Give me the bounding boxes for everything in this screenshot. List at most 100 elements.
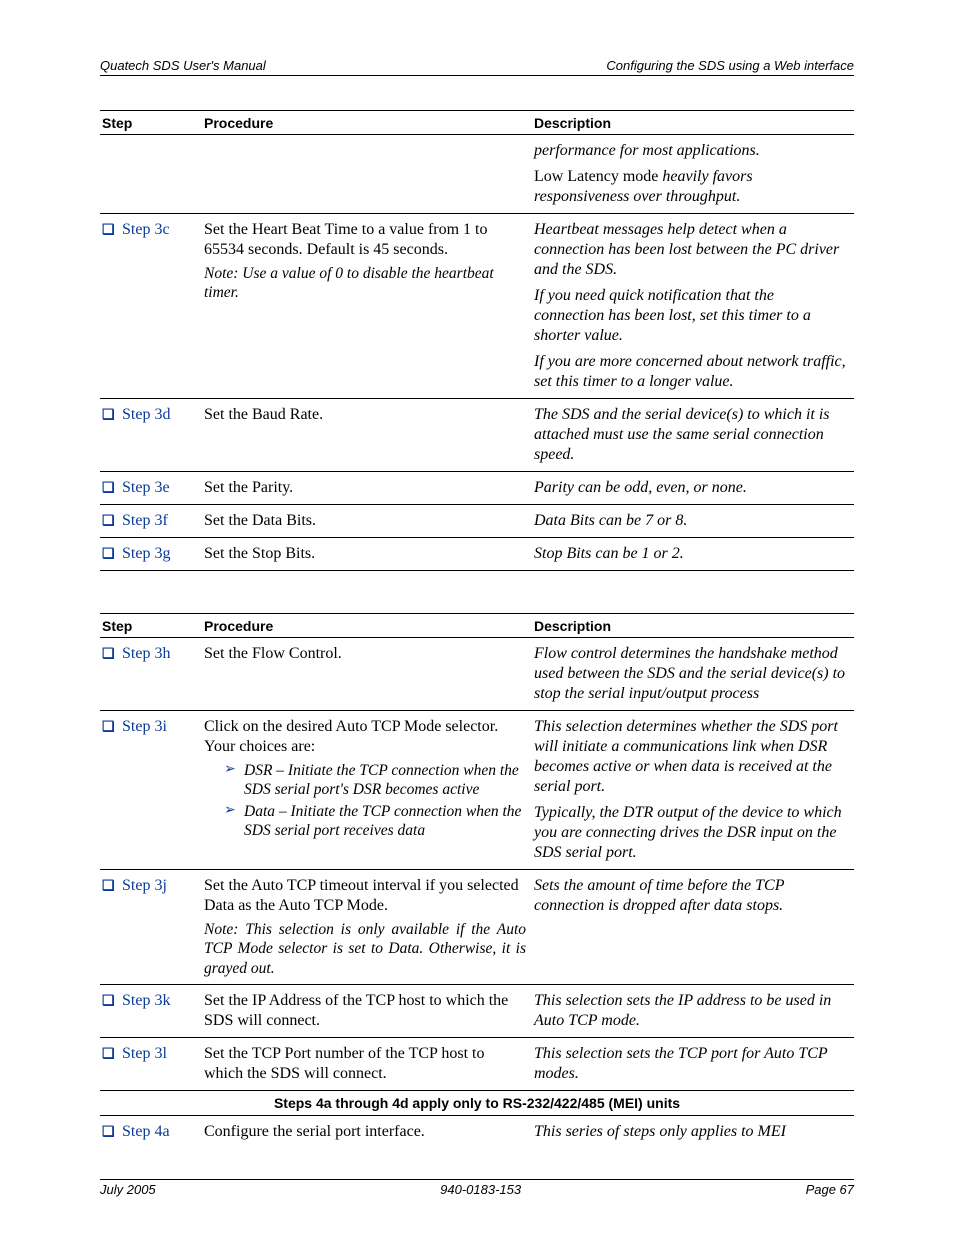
procedure-note: Note: This selection is only available i…	[204, 920, 526, 978]
desc-text: Heartbeat messages help detect when a co…	[534, 220, 848, 280]
procedure-note: Note: Use a value of 0 to disable the he…	[204, 264, 526, 303]
footer-page: Page 67	[806, 1182, 854, 1197]
table-header-row: Step Procedure Description	[100, 111, 854, 135]
desc-text: If you are more concerned about network …	[534, 352, 848, 392]
step-label: Step 4a	[122, 1123, 170, 1140]
footer-docnum: 940-0183-153	[440, 1182, 521, 1197]
step-label: Step 3i	[122, 718, 167, 735]
step-label: Step 3f	[122, 512, 168, 529]
description-cell: This series of steps only applies to MEI	[532, 1116, 854, 1149]
procedure-cell: Set the TCP Port number of the TCP host …	[202, 1038, 532, 1091]
section-row: Steps 4a through 4d apply only to RS-232…	[100, 1091, 854, 1116]
col-step: Step	[100, 111, 202, 135]
procedure-text: Set the Heart Beat Time to a value from …	[204, 221, 488, 258]
step-label: Step 3h	[122, 645, 170, 662]
header-left: Quatech SDS User's Manual	[100, 58, 266, 73]
procedure-cell: Set the Flow Control.	[202, 638, 532, 711]
checkbox-icon[interactable]: ❏	[102, 1123, 115, 1139]
desc-text: This series of steps only applies to MEI	[534, 1122, 848, 1142]
description-cell: Heartbeat messages help detect when a co…	[532, 214, 854, 399]
step-label: Step 3e	[122, 479, 170, 496]
table-row: ❏ Step 3g Set the Stop Bits. Stop Bits c…	[100, 538, 854, 571]
procedure-table-1: Step Procedure Description performance f…	[100, 110, 854, 571]
page: Quatech SDS User's Manual Configuring th…	[0, 0, 954, 1235]
procedure-cell: Set the IP Address of the TCP host to wh…	[202, 985, 532, 1038]
checkbox-icon[interactable]: ❏	[102, 221, 115, 237]
col-description: Description	[532, 614, 854, 638]
step-label: Step 3k	[122, 992, 170, 1009]
description-cell: Sets the amount of time before the TCP c…	[532, 870, 854, 985]
list-item: Data – Initiate the TCP connection when …	[224, 802, 526, 841]
description-cell: Data Bits can be 7 or 8.	[532, 505, 854, 538]
description-cell: Parity can be odd, even, or none.	[532, 472, 854, 505]
checkbox-icon[interactable]: ❏	[102, 718, 115, 734]
description-cell: This selection determines whether the SD…	[532, 711, 854, 870]
choices-list: DSR – Initiate the TCP connection when t…	[204, 761, 526, 841]
section-heading: Steps 4a through 4d apply only to RS-232…	[100, 1091, 854, 1116]
desc-text: Flow control determines the handshake me…	[534, 644, 848, 704]
description-cell: This selection sets the TCP port for Aut…	[532, 1038, 854, 1091]
step-label: Step 3j	[122, 877, 167, 894]
col-procedure: Procedure	[202, 111, 532, 135]
desc-text: Parity can be odd, even, or none.	[534, 478, 848, 498]
checkbox-icon[interactable]: ❏	[102, 479, 115, 495]
desc-text: Data Bits can be 7 or 8.	[534, 511, 848, 531]
procedure-cell: Configure the serial port interface.	[202, 1116, 532, 1149]
table-row: ❏ Step 3c Set the Heart Beat Time to a v…	[100, 214, 854, 399]
procedure-text: Set the Auto TCP timeout interval if you…	[204, 877, 519, 914]
table-row: ❏ Step 3i Click on the desired Auto TCP …	[100, 711, 854, 870]
desc-text: performance for most applications.	[534, 142, 760, 159]
table-row: ❏ Step 3j Set the Auto TCP timeout inter…	[100, 870, 854, 985]
description-cell: Flow control determines the handshake me…	[532, 638, 854, 711]
description-cell: Stop Bits can be 1 or 2.	[532, 538, 854, 571]
table-row: ❏ Step 3h Set the Flow Control. Flow con…	[100, 638, 854, 711]
checkbox-icon[interactable]: ❏	[102, 992, 115, 1008]
col-step: Step	[100, 614, 202, 638]
desc-text: Typically, the DTR output of the device …	[534, 803, 848, 863]
description-cell: performance for most applications. Low L…	[532, 135, 854, 214]
desc-text: This selection determines whether the SD…	[534, 717, 848, 797]
procedure-cell: Set the Data Bits.	[202, 505, 532, 538]
table-row: ❏ Step 3d Set the Baud Rate. The SDS and…	[100, 399, 854, 472]
procedure-cell: Set the Parity.	[202, 472, 532, 505]
checkbox-icon[interactable]: ❏	[102, 877, 115, 893]
desc-text: Sets the amount of time before the TCP c…	[534, 876, 848, 916]
procedure-text: Your choices are:	[204, 738, 315, 755]
procedure-cell: Set the Auto TCP timeout interval if you…	[202, 870, 532, 985]
desc-text: Low Latency mode	[534, 168, 662, 185]
checkbox-icon[interactable]: ❏	[102, 406, 115, 422]
table-row: ❏ Step 4a Configure the serial port inte…	[100, 1116, 854, 1149]
desc-text: The SDS and the serial device(s) to whic…	[534, 405, 848, 465]
table-row: performance for most applications. Low L…	[100, 135, 854, 214]
table-row: ❏ Step 3e Set the Parity. Parity can be …	[100, 472, 854, 505]
checkbox-icon[interactable]: ❏	[102, 645, 115, 661]
procedure-cell: Set the Stop Bits.	[202, 538, 532, 571]
table-row: ❏ Step 3k Set the IP Address of the TCP …	[100, 985, 854, 1038]
table-row: ❏ Step 3l Set the TCP Port number of the…	[100, 1038, 854, 1091]
footer-date: July 2005	[100, 1182, 156, 1197]
step-label: Step 3l	[122, 1045, 167, 1062]
procedure-cell: Set the Baud Rate.	[202, 399, 532, 472]
procedure-cell: Set the Heart Beat Time to a value from …	[202, 214, 532, 399]
col-description: Description	[532, 111, 854, 135]
procedure-text: Click on the desired Auto TCP Mode selec…	[204, 718, 498, 735]
checkbox-icon[interactable]: ❏	[102, 1045, 115, 1061]
header-right: Configuring the SDS using a Web interfac…	[606, 58, 854, 73]
description-cell: This selection sets the IP address to be…	[532, 985, 854, 1038]
desc-text: Stop Bits can be 1 or 2.	[534, 544, 848, 564]
table-row: ❏ Step 3f Set the Data Bits. Data Bits c…	[100, 505, 854, 538]
col-procedure: Procedure	[202, 614, 532, 638]
procedure-table-2: Step Procedure Description ❏ Step 3h Set…	[100, 613, 854, 1148]
running-header: Quatech SDS User's Manual Configuring th…	[100, 58, 854, 76]
running-footer: July 2005 940-0183-153 Page 67	[100, 1179, 854, 1197]
desc-text: This selection sets the IP address to be…	[534, 991, 848, 1031]
checkbox-icon[interactable]: ❏	[102, 545, 115, 561]
step-label: Step 3d	[122, 406, 170, 423]
checkbox-icon[interactable]: ❏	[102, 512, 115, 528]
step-label: Step 3c	[122, 221, 170, 238]
desc-text: If you need quick notification that the …	[534, 286, 848, 346]
list-item: DSR – Initiate the TCP connection when t…	[224, 761, 526, 800]
table-header-row: Step Procedure Description	[100, 614, 854, 638]
procedure-cell: Click on the desired Auto TCP Mode selec…	[202, 711, 532, 870]
description-cell: The SDS and the serial device(s) to whic…	[532, 399, 854, 472]
